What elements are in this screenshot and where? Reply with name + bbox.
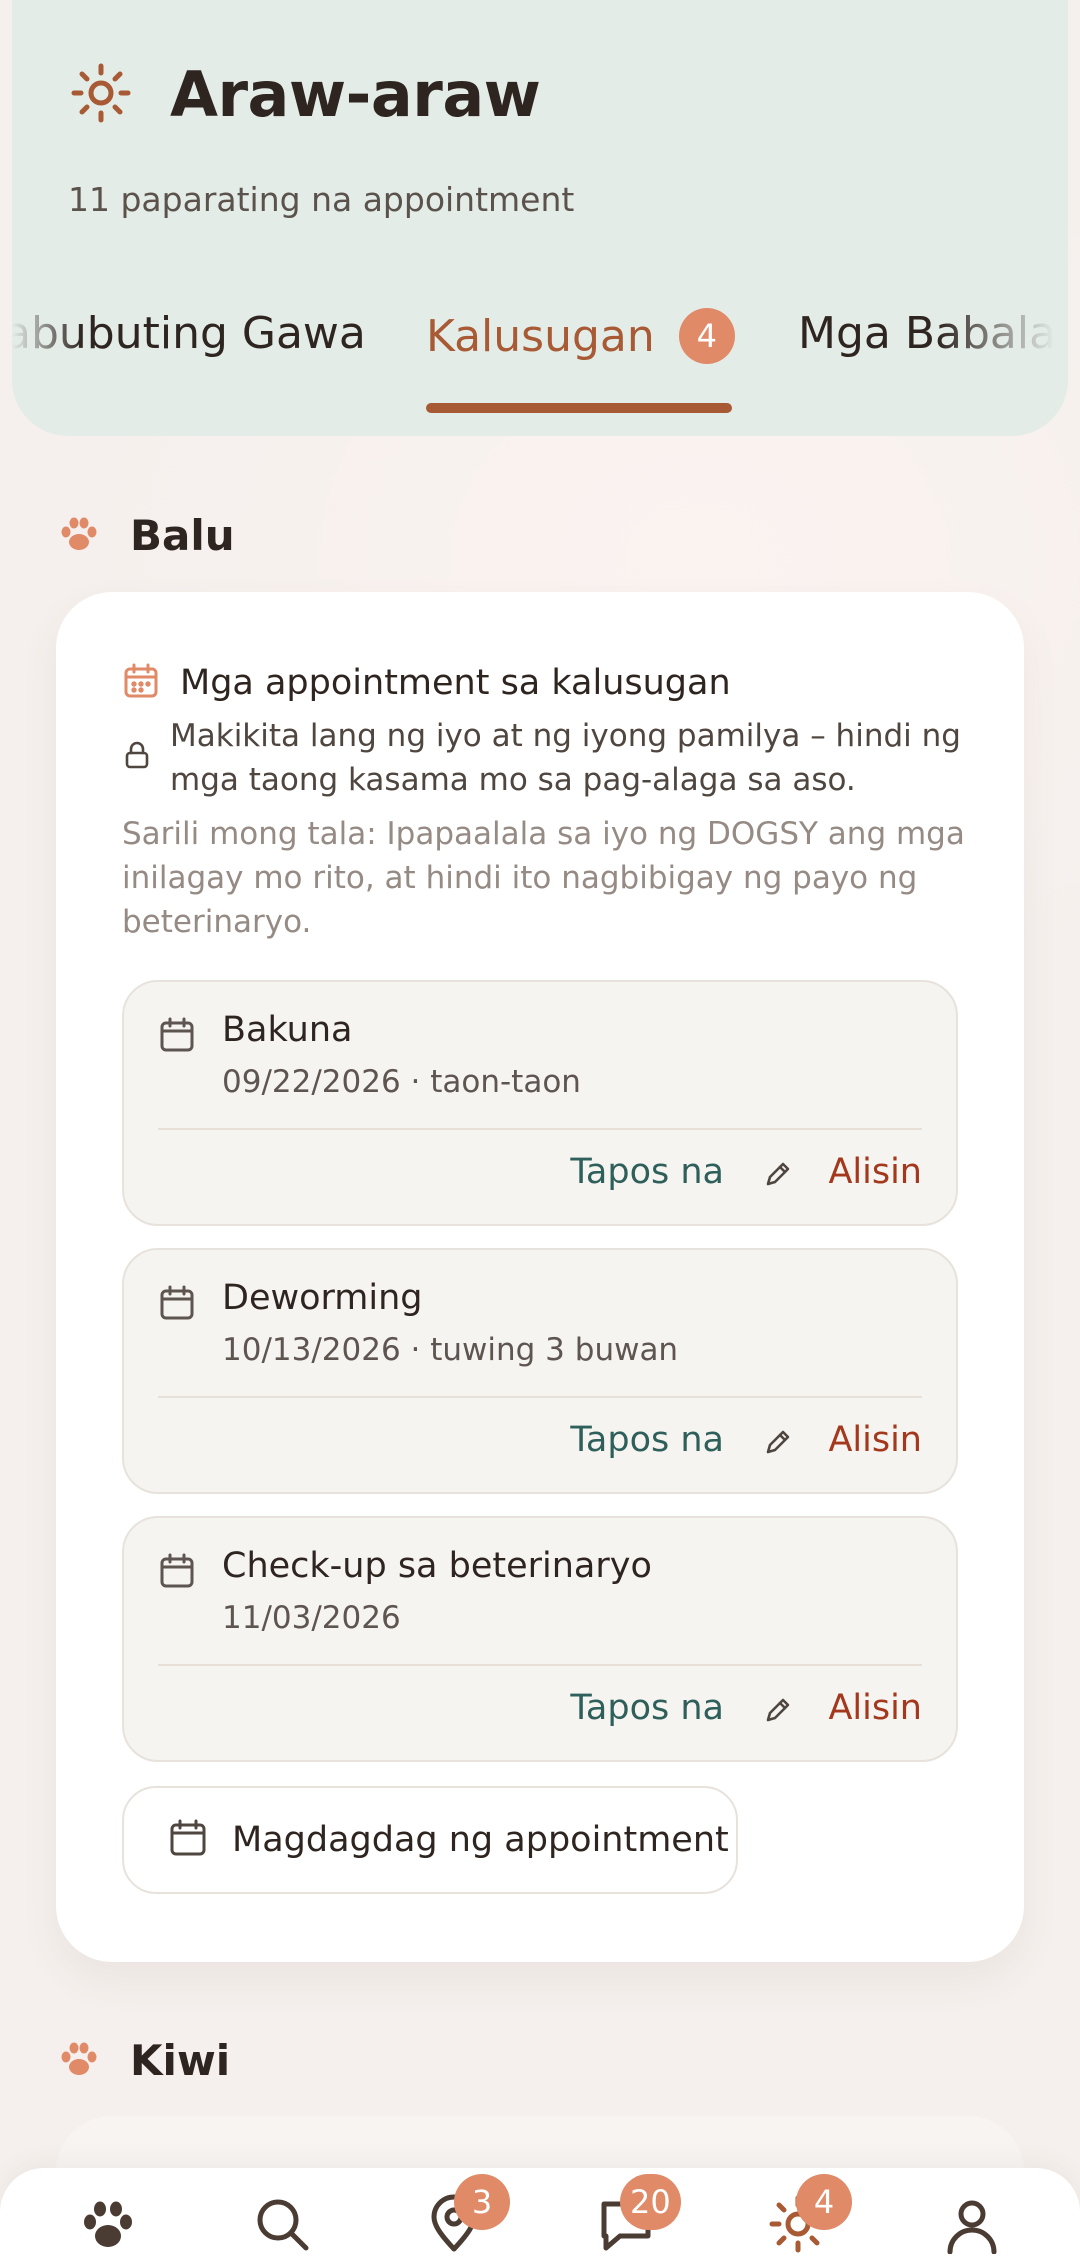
map-pin-icon — [424, 2194, 484, 2258]
nav-daily[interactable]: 4 — [768, 2174, 852, 2254]
privacy-note: Makikita lang ng iyo at ng iyong pamilya… — [124, 714, 964, 802]
add-appointment-button[interactable]: Magdagdag ng appointment — [122, 1786, 738, 1894]
nav-profile[interactable] — [942, 2194, 1002, 2255]
nav-dogs[interactable] — [78, 2194, 138, 2254]
search-icon — [252, 2199, 312, 2258]
tab-fade-right — [938, 300, 1068, 410]
pet-header: Balu — [58, 511, 235, 560]
card-header: Mga appointment sa kalusugan — [122, 662, 731, 704]
appointment-item: Bakuna 09/22/2026 · taon-taon Tapos na A… — [122, 980, 958, 1226]
card-title: Mga appointment sa kalusugan — [180, 663, 731, 703]
pet-name: Kiwi — [130, 2036, 231, 2085]
calendar-icon — [122, 662, 160, 704]
nav-places[interactable]: 3 — [424, 2174, 510, 2254]
appointment-date: 10/13/2026 · tuwing 3 buwan — [222, 1332, 679, 1368]
edit-icon[interactable] — [762, 1158, 794, 1190]
paw-icon — [78, 2201, 138, 2258]
edit-icon[interactable] — [762, 1426, 794, 1458]
tab-badge: 4 — [678, 308, 735, 364]
calendar-icon — [158, 1552, 196, 1590]
appointment-title: Check-up sa beterinaryo — [222, 1546, 652, 1586]
mark-done-button[interactable]: Tapos na — [570, 1688, 724, 1728]
delete-button[interactable]: Alisin — [828, 1152, 922, 1192]
divider — [158, 1396, 922, 1398]
tab-health[interactable]: Kalusugan 4 — [426, 308, 735, 364]
divider — [158, 1664, 922, 1666]
paw-icon — [58, 2038, 100, 2084]
sun-icon — [70, 62, 132, 128]
active-tab-indicator — [426, 403, 732, 413]
privacy-text: Makikita lang ng iyo at ng iyong pamilya… — [170, 718, 961, 798]
pet-header: Kiwi — [58, 2036, 230, 2085]
lock-icon — [124, 714, 150, 802]
tab-label: Kalusugan — [426, 310, 655, 362]
mark-done-button[interactable]: Tapos na — [570, 1420, 724, 1460]
appointment-item: Check-up sa beterinaryo 11/03/2026 Tapos… — [122, 1516, 958, 1762]
tab-bar: abubuting Gawa Kalusugan 4 Mga Babala — [12, 300, 1068, 413]
paw-icon — [58, 513, 100, 559]
mark-done-button[interactable]: Tapos na — [570, 1152, 724, 1192]
appointment-title: Deworming — [222, 1278, 423, 1318]
calendar-icon — [158, 1016, 196, 1054]
calendar-icon — [158, 1284, 196, 1322]
nav-search[interactable] — [252, 2194, 312, 2254]
appointment-item: Deworming 10/13/2026 · tuwing 3 buwan Ta… — [122, 1248, 958, 1494]
appointment-count-subtitle: 11 paparating na appointment — [68, 180, 575, 219]
tab-fade-left — [12, 300, 82, 410]
calendar-icon — [124, 1818, 208, 1862]
disclaimer-text: Sarili mong tala: Ipapaalala sa iyo ng D… — [122, 816, 965, 940]
pet-name: Balu — [130, 511, 235, 560]
appointment-title: Bakuna — [222, 1010, 353, 1050]
profile-icon — [942, 2200, 1002, 2258]
health-appointments-card: Mga appointment sa kalusugan Makikita la… — [56, 592, 1024, 1962]
sun-icon — [768, 2195, 828, 2258]
appointment-date: 09/22/2026 · taon-taon — [222, 1064, 581, 1100]
chat-icon — [596, 2201, 656, 2258]
header: Araw-araw 11 paparating na appointment a… — [12, 0, 1068, 436]
nav-messages[interactable]: 20 — [596, 2174, 681, 2254]
title-row: Araw-araw — [70, 58, 541, 131]
nav-badge: 3 — [454, 2174, 510, 2230]
nav-badge: 4 — [796, 2174, 852, 2230]
delete-button[interactable]: Alisin — [828, 1688, 922, 1728]
edit-icon[interactable] — [762, 1694, 794, 1726]
bottom-navigation: 3 20 4 — [0, 2168, 1080, 2268]
page-title: Araw-araw — [170, 58, 541, 131]
nav-badge: 20 — [620, 2174, 681, 2230]
delete-button[interactable]: Alisin — [828, 1420, 922, 1460]
appointment-date: 11/03/2026 — [222, 1600, 401, 1636]
add-appointment-label: Magdagdag ng appointment — [232, 1820, 729, 1860]
divider — [158, 1128, 922, 1130]
